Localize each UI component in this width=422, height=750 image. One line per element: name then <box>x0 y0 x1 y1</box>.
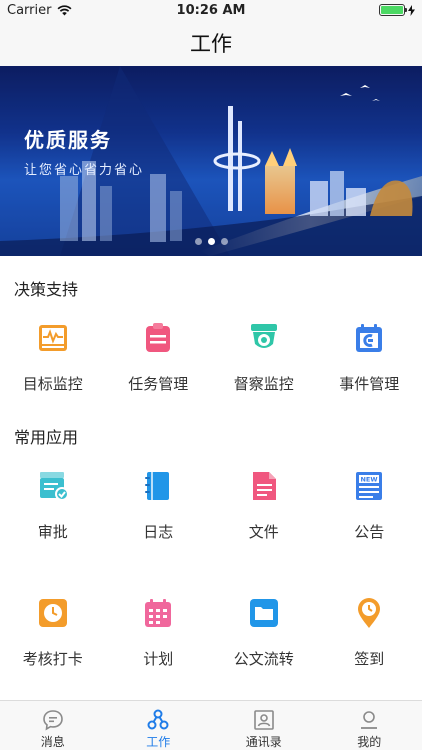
tab-profile[interactable]: 我的 <box>317 701 422 750</box>
section-title-decision: 决策支持 <box>14 280 79 299</box>
battery-icon <box>379 4 407 16</box>
svg-text:NEW: NEW <box>361 476 378 484</box>
app-document-flow[interactable]: 公文流转 <box>211 597 317 669</box>
carousel-dot[interactable] <box>207 238 215 245</box>
status-right <box>379 4 415 16</box>
app-event-management[interactable]: 事件管理 <box>317 322 422 394</box>
app-log[interactable]: 日志 <box>106 470 212 542</box>
app-label: 审批 <box>37 523 68 541</box>
app-label: 事件管理 <box>339 375 400 393</box>
app-sign-in[interactable]: 签到 <box>317 597 422 669</box>
tab-label: 通讯录 <box>245 735 282 749</box>
app-label: 日志 <box>143 523 174 541</box>
app-label: 督察监控 <box>233 375 294 393</box>
banner-title: 优质服务 <box>24 128 112 152</box>
app-attendance-checkin[interactable]: 考核打卡 <box>0 597 106 669</box>
tab-bar: 消息 工作 通讯录 我的 <box>0 700 422 750</box>
navigation-bar: 工作 <box>0 22 422 66</box>
app-label: 公告 <box>354 523 385 541</box>
app-supervision-monitor[interactable]: 督察监控 <box>211 322 317 394</box>
carousel-indicator <box>0 238 422 245</box>
app-label: 签到 <box>354 650 385 668</box>
app-label: 计划 <box>143 650 174 668</box>
profile-icon <box>361 711 378 729</box>
app-file[interactable]: 文件 <box>211 470 317 542</box>
tab-work[interactable]: 工作 <box>106 701 212 750</box>
app-plan[interactable]: 计划 <box>106 597 212 669</box>
carousel-dot[interactable] <box>194 238 202 245</box>
common-grid-row-1: 审批 日志 文件 NEW 公告 <box>0 470 422 542</box>
folder-icon <box>248 597 280 629</box>
carousel-dot[interactable] <box>220 238 228 245</box>
app-target-monitor[interactable]: 目标监控 <box>0 322 106 394</box>
page-title: 工作 <box>190 32 232 56</box>
calendar-event-icon <box>353 322 385 354</box>
charging-bolt-icon <box>408 4 415 16</box>
tab-label: 消息 <box>40 735 65 749</box>
common-grid-row-2: 考核打卡 计划 公文流转 签到 <box>0 597 422 669</box>
tab-messages[interactable]: 消息 <box>0 701 106 750</box>
news-icon: NEW <box>353 470 385 502</box>
clipboard-icon <box>142 322 174 354</box>
camera-icon <box>248 322 280 354</box>
decision-grid: 目标监控 任务管理 督察监控 事件管理 <box>0 322 422 394</box>
app-label: 公文流转 <box>233 650 294 668</box>
tab-label: 我的 <box>357 735 382 749</box>
tab-label: 工作 <box>146 735 171 749</box>
contacts-icon <box>253 710 274 730</box>
approval-icon <box>37 470 69 502</box>
section-title-common: 常用应用 <box>14 428 79 447</box>
message-icon <box>42 710 63 731</box>
notebook-icon <box>142 470 174 502</box>
status-time: 10:26 AM <box>176 3 246 18</box>
status-bar: Carrier 10:26 AM <box>0 0 422 22</box>
tab-contacts[interactable]: 通讯录 <box>211 701 317 750</box>
file-icon <box>248 470 280 502</box>
app-label: 文件 <box>248 523 279 541</box>
banner-subtitle: 让您省心省力省心 <box>24 163 145 178</box>
banner-carousel[interactable]: 优质服务 让您省心省力省心 <box>0 66 422 256</box>
app-approval[interactable]: 审批 <box>0 470 106 542</box>
calendar-grid-icon <box>142 597 174 629</box>
monitor-chart-icon <box>37 322 69 354</box>
app-label: 任务管理 <box>128 375 189 393</box>
clock-icon <box>37 597 69 629</box>
app-task-management[interactable]: 任务管理 <box>106 322 212 394</box>
app-label: 目标监控 <box>22 375 83 393</box>
battery-fill <box>381 6 403 14</box>
work-nodes-icon <box>147 709 169 730</box>
app-announcement[interactable]: NEW 公告 <box>317 470 422 542</box>
location-clock-icon <box>353 597 385 629</box>
app-label: 考核打卡 <box>22 650 83 668</box>
